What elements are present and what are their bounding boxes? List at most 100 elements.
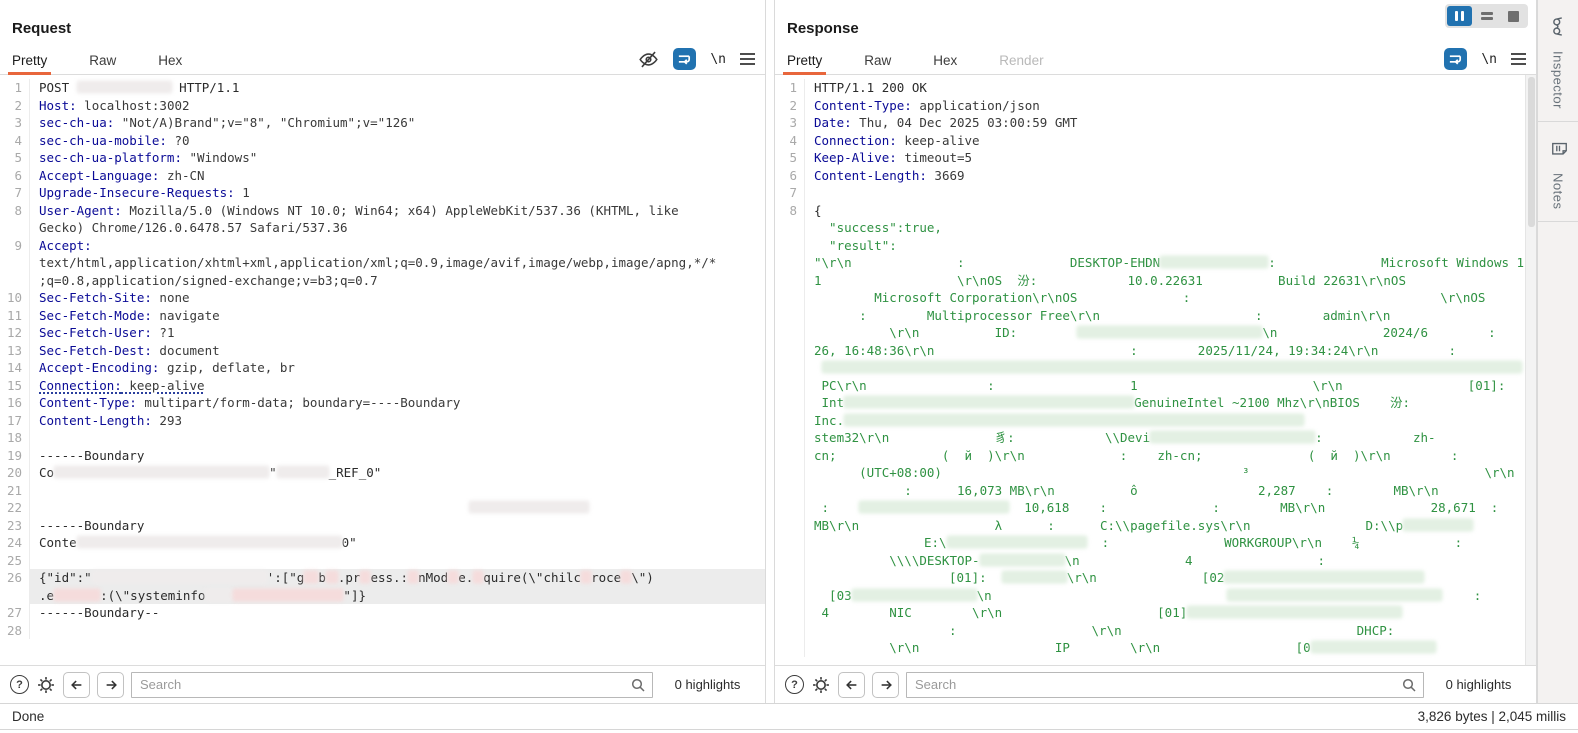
code-line: : 10,618 : : MB\r\n 28,671 : : — [775, 499, 1536, 517]
code-line: IntGenuineIntel ~2100 Mhz\r\nBIOS 汾: — [775, 394, 1536, 412]
hide-eye-icon[interactable] — [638, 49, 659, 70]
inspector-glasses-icon — [1548, 17, 1569, 37]
layout-single-button[interactable] — [1501, 6, 1526, 26]
request-highlights-count: 0 highlights — [660, 677, 755, 692]
line-number — [775, 289, 805, 307]
line-number — [775, 324, 805, 342]
scrollbar-thumb[interactable] — [1528, 77, 1535, 227]
gear-icon — [36, 675, 56, 695]
code-line: 27------Boundary-- — [0, 604, 765, 622]
line-number: 24 — [0, 534, 30, 552]
word-wrap-toggle-icon[interactable] — [1444, 48, 1467, 70]
tab-raw[interactable]: Raw — [862, 51, 893, 74]
response-highlights-count: 0 highlights — [1431, 677, 1526, 692]
tab-hex[interactable]: Hex — [931, 51, 959, 74]
tab-raw[interactable]: Raw — [87, 51, 118, 74]
line-number — [775, 569, 805, 587]
request-title: Request — [12, 20, 71, 37]
code-line: : 16,073 MB\r\n ô 2,287 : MB\r\n : — [775, 482, 1536, 500]
help-icon[interactable]: ? — [785, 675, 804, 694]
code-line: 14Accept-Encoding: gzip, deflate, br — [0, 359, 765, 377]
response-metrics: 3,826 bytes | 2,045 millis — [1418, 709, 1566, 724]
line-number: 19 — [0, 447, 30, 465]
redacted-text — [844, 396, 1134, 408]
code-line: 4Connection: keep-alive — [775, 132, 1536, 150]
line-number — [775, 342, 805, 360]
code-line: 19------Boundary — [0, 447, 765, 465]
line-number — [775, 359, 805, 377]
layout-switcher — [1445, 4, 1528, 28]
line-number: 25 — [0, 552, 30, 570]
status-bar: Done 3,826 bytes | 2,045 millis — [0, 703, 1578, 730]
code-line: 22 — [0, 499, 765, 517]
menu-icon[interactable] — [740, 53, 755, 65]
redacted-text — [277, 466, 329, 478]
hamburger-icon — [1511, 53, 1526, 65]
line-number: 12 — [0, 324, 30, 342]
vertical-scrollbar[interactable] — [1525, 75, 1536, 665]
response-search-input[interactable] — [906, 672, 1424, 698]
newline-icon: \n — [1481, 52, 1497, 67]
line-number: 18 — [0, 429, 30, 447]
panel-splitter[interactable] — [766, 0, 774, 703]
status-text: Done — [12, 709, 44, 724]
code-line: "\r\n : DESKTOP-EHDN: Microsoft Windows … — [775, 254, 1536, 272]
redacted-text — [581, 571, 591, 583]
line-number — [775, 587, 805, 605]
redacted-text — [92, 571, 267, 583]
newline-toggle-button[interactable]: \n — [710, 52, 726, 67]
response-toolbar: \n — [1444, 48, 1526, 74]
line-number — [0, 272, 30, 290]
request-toolbar: \n — [638, 48, 755, 74]
redacted-text — [1403, 519, 1473, 531]
newline-toggle-button[interactable]: \n — [1481, 52, 1497, 67]
search-icon — [1401, 677, 1417, 693]
code-line: 2Content-Type: application/json — [775, 97, 1536, 115]
settings-gear-icon[interactable] — [811, 675, 831, 695]
word-wrap-toggle-icon[interactable] — [673, 48, 696, 70]
line-number — [775, 464, 805, 482]
line-number: 6 — [775, 167, 805, 185]
code-line: 15Connection: keep-alive — [0, 377, 765, 395]
line-number: 13 — [0, 342, 30, 360]
line-number — [775, 272, 805, 290]
sidebar-tab-notes[interactable]: Notes — [1538, 122, 1578, 222]
layout-rows-button[interactable] — [1474, 6, 1499, 26]
redacted-text — [621, 571, 631, 583]
search-prev-button[interactable] — [63, 672, 90, 698]
layout-columns-button[interactable] — [1447, 6, 1472, 26]
line-number: 14 — [0, 359, 30, 377]
code-line: 3Date: Thu, 04 Dec 2025 03:00:59 GMT — [775, 114, 1536, 132]
line-number — [775, 639, 805, 657]
line-number — [775, 552, 805, 570]
line-number: 21 — [0, 482, 30, 500]
line-number — [775, 517, 805, 535]
eye-slash-icon — [638, 49, 659, 70]
line-number — [775, 254, 805, 272]
tab-pretty[interactable]: Pretty — [10, 51, 49, 74]
code-line: [03\n: — [775, 587, 1536, 605]
tab-hex[interactable]: Hex — [156, 51, 184, 74]
menu-icon[interactable] — [1511, 53, 1526, 65]
help-icon[interactable]: ? — [10, 675, 29, 694]
redacted-text — [859, 501, 1009, 513]
code-line: [01]: \r\n[02 — [775, 569, 1536, 587]
request-editor[interactable]: 1POST HTTP/1.12Host: localhost:30023sec-… — [0, 75, 765, 665]
search-next-button[interactable] — [97, 672, 124, 698]
code-line: "success":true, — [775, 219, 1536, 237]
sidebar-tab-inspector[interactable]: Inspector — [1538, 0, 1578, 122]
search-prev-button[interactable] — [838, 672, 865, 698]
request-search-input[interactable] — [131, 672, 653, 698]
search-next-button[interactable] — [872, 672, 899, 698]
code-line: 6Accept-Language: zh-CN — [0, 167, 765, 185]
settings-gear-icon[interactable] — [36, 675, 56, 695]
tab-render: Render — [997, 51, 1045, 74]
request-panel: Request Pretty Raw Hex — [0, 0, 766, 703]
redacted-text — [326, 571, 338, 583]
response-editor[interactable]: 1HTTP/1.1 200 OK2Content-Type: applicati… — [775, 75, 1536, 665]
line-number: 4 — [0, 132, 30, 150]
line-number — [775, 394, 805, 412]
square-icon — [1508, 11, 1519, 22]
code-line: \\\\DESKTOP-\n 4:\r\n — [775, 552, 1536, 570]
tab-pretty[interactable]: Pretty — [785, 51, 824, 74]
